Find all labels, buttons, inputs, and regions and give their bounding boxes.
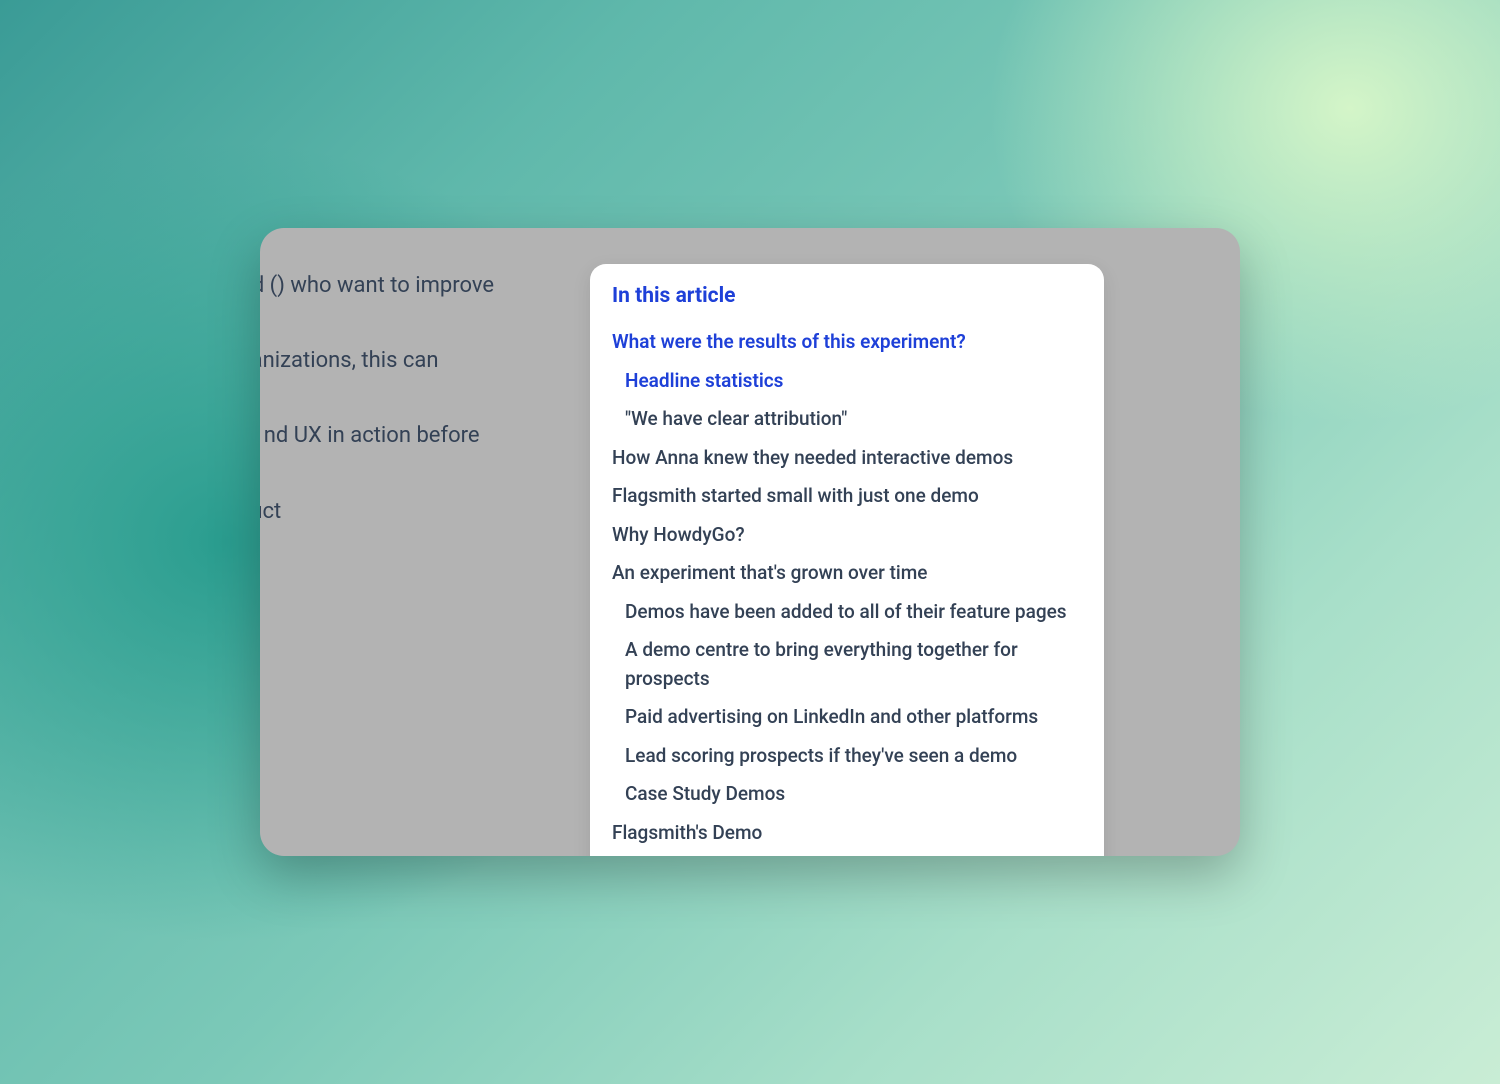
toc-item[interactable]: Case Study Demos (612, 780, 1082, 809)
toc-item[interactable]: Flagsmith started small with just one de… (612, 482, 1082, 511)
toc-item[interactable]: Why HowdyGo? (612, 521, 1082, 550)
toc-item[interactable]: Lead scoring prospects if they've seen a… (612, 742, 1082, 771)
toc-item[interactable]: An experiment that's grown over time (612, 559, 1082, 588)
card-container: t led growth model and () who want to im… (260, 228, 1240, 856)
toc-list: What were the results of this experiment… (612, 328, 1082, 847)
toc-item[interactable]: How Anna knew they needed interactive de… (612, 444, 1082, 473)
toc-item[interactable]: Flagsmith's Demo (612, 819, 1082, 848)
toc-item[interactable]: Demos have been added to all of their fe… (612, 598, 1082, 627)
toc-item[interactable]: Paid advertising on LinkedIn and other p… (612, 703, 1082, 732)
toc-item[interactable]: "We have clear attribution" (612, 405, 1082, 434)
toc-item[interactable]: What were the results of this experiment… (612, 328, 1082, 357)
toc-item[interactable]: A demo centre to bring everything togeth… (612, 636, 1082, 693)
toc-title: In this article (612, 284, 1082, 308)
toc-item[interactable]: Headline statistics (612, 367, 1082, 396)
toc-panel: In this article What were the results of… (590, 264, 1104, 856)
